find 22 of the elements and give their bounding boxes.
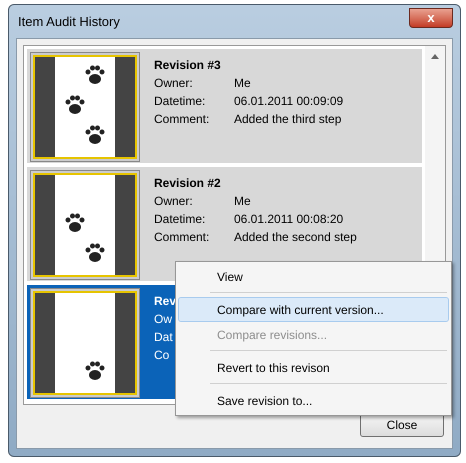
menu-item[interactable]: Compare with current version... [178, 297, 449, 322]
revision-title: Revision #3 [154, 57, 222, 74]
field-label: Owner: [154, 193, 194, 210]
field-label: Datetime: [154, 211, 206, 228]
revision-title: Rev [154, 293, 178, 310]
field-label: Co [154, 347, 170, 364]
field-label: Comment: [154, 111, 210, 128]
scroll-up-icon[interactable] [431, 54, 439, 59]
field-value: Added the third step [234, 111, 342, 128]
field-label: Comment: [154, 229, 210, 246]
window-title: Item Audit History [17, 12, 120, 31]
field-value: 06.01.2011 00:08:20 [234, 211, 344, 228]
field-value: Added the second step [234, 229, 357, 246]
menu-item[interactable]: Revert to this revison [178, 355, 449, 388]
field-value: Me [234, 75, 251, 92]
revision-title: Revision #2 [154, 175, 222, 192]
field-label: Datetime: [154, 93, 206, 110]
menu-item[interactable]: Save revision to... [178, 388, 449, 413]
field-value: Me [234, 193, 251, 210]
field-value: 06.01.2011 00:09:09 [234, 93, 344, 110]
field-label: Owner: [154, 75, 194, 92]
revision-item[interactable]: Revision #3 Owner: Me Datetime: 06.01.2011 00:09:09 Comment: Added the third step [27, 49, 422, 163]
